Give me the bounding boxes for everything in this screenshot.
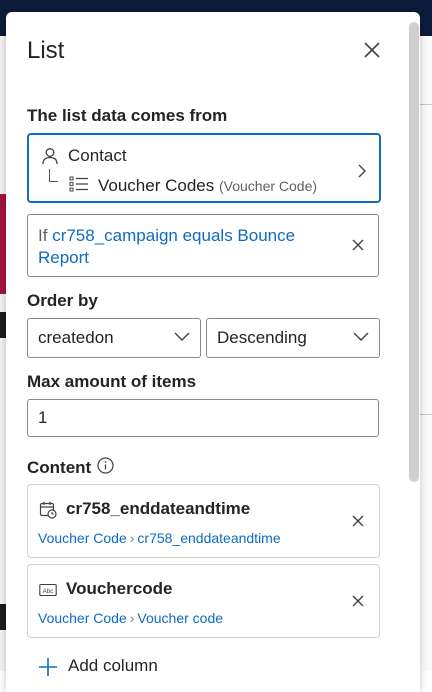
tree-connector	[49, 169, 58, 182]
list-icon	[69, 176, 88, 192]
remove-column-icon[interactable]	[350, 593, 366, 609]
content-label: Content	[27, 458, 92, 477]
data-source-selector[interactable]: Contact Voucher Codes (Voucher Code)	[27, 133, 381, 203]
filter-prefix: If	[38, 226, 48, 245]
path-root-link[interactable]: Voucher Code	[38, 530, 127, 546]
content-column-path: Voucher Code › cr758_enddateandtime	[38, 530, 281, 546]
path-field-link[interactable]: Voucher code	[137, 610, 223, 626]
data-source-label: The list data comes from	[27, 106, 228, 125]
primary-entity: Contact	[68, 146, 127, 165]
remove-filter-icon[interactable]	[350, 237, 366, 253]
list-properties-panel: List The list data comes from Contact Vo…	[6, 12, 420, 692]
filter-condition-line1: cr758_campaign equals Bounce	[52, 226, 296, 245]
panel-title: List	[27, 37, 65, 64]
background-divider	[420, 414, 432, 415]
filter-condition-text[interactable]: If cr758_campaign equals Bounce Report	[38, 225, 328, 269]
breadcrumb-separator-icon: ›	[129, 610, 135, 626]
content-column-card[interactable]: Abc Vouchercode Voucher Code › Voucher cod…	[27, 564, 380, 638]
filter-condition-line2: Report	[38, 248, 90, 267]
order-field-dropdown[interactable]: createdon	[27, 318, 201, 358]
related-entity: Voucher Codes (Voucher Code)	[98, 176, 317, 196]
filter-condition[interactable]: If cr758_campaign equals Bounce Report	[27, 214, 379, 277]
breadcrumb-separator-icon: ›	[129, 530, 135, 546]
order-by-label: Order by	[27, 291, 98, 310]
chevron-down-icon	[174, 332, 190, 341]
related-entity-name: Voucher Codes	[98, 176, 215, 195]
content-column-title: Vouchercode	[66, 579, 173, 598]
order-field-value: createdon	[38, 328, 114, 347]
content-column-path: Voucher Code › Voucher code	[38, 610, 223, 626]
calendar-clock-icon	[39, 502, 57, 519]
background-right-strip	[420, 36, 432, 671]
content-column-title: cr758_enddateandtime	[66, 499, 251, 518]
plus-icon[interactable]	[37, 656, 59, 678]
svg-text:Abc: Abc	[43, 588, 54, 595]
path-field-link[interactable]: cr758_enddateandtime	[137, 530, 280, 546]
close-icon[interactable]	[360, 38, 384, 62]
person-icon	[42, 148, 58, 165]
panel-scrollbar[interactable]	[409, 22, 419, 482]
info-icon[interactable]	[97, 457, 114, 474]
order-direction-value: Descending	[217, 328, 307, 347]
path-root-link[interactable]: Voucher Code	[38, 610, 127, 626]
max-items-label: Max amount of items	[27, 372, 197, 391]
order-direction-dropdown[interactable]: Descending	[206, 318, 380, 358]
chevron-down-icon	[353, 332, 369, 341]
content-column-card[interactable]: cr758_enddateandtime Voucher Code › cr758_…	[27, 484, 380, 558]
background-divider	[420, 104, 432, 105]
chevron-right-icon	[358, 164, 366, 178]
remove-column-icon[interactable]	[350, 513, 366, 529]
related-entity-note: (Voucher Code)	[218, 178, 318, 194]
max-items-input[interactable]	[38, 408, 358, 428]
add-column-button[interactable]: Add column	[68, 656, 158, 676]
text-field-icon: Abc	[39, 583, 57, 597]
max-items-field[interactable]	[27, 399, 379, 437]
